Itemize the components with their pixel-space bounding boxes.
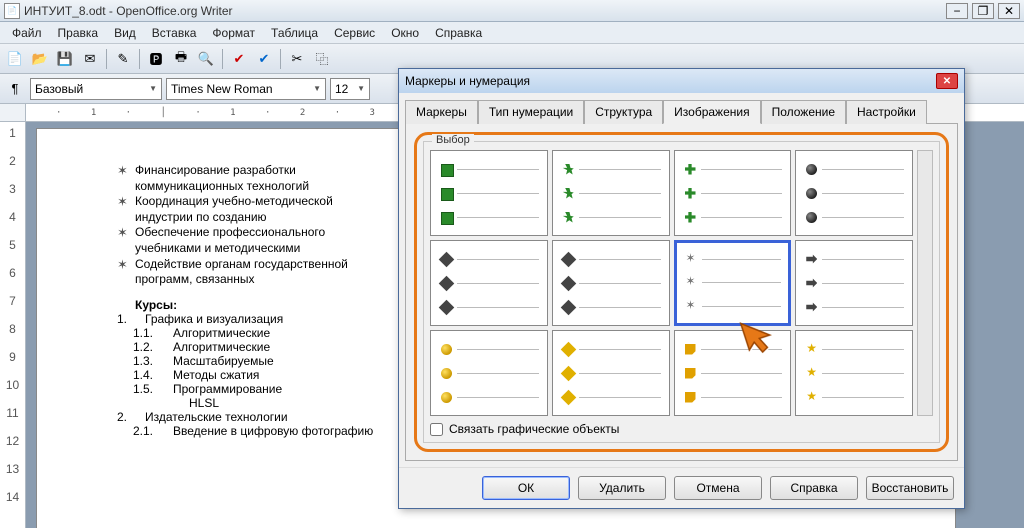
bullet-option-black-ball[interactable] — [795, 150, 913, 236]
link-graphics-label: Связать графические объекты — [449, 422, 619, 436]
tab-outline[interactable]: Структура — [584, 100, 663, 124]
copy-icon[interactable]: ⿻ — [311, 48, 333, 70]
bullet-option-gray-star[interactable] — [674, 240, 792, 326]
bullet-option-yellow-diamond[interactable] — [552, 330, 670, 416]
dialog-buttons: ОК Удалить Отмена Справка Восстановить — [399, 467, 964, 508]
font-size-value: 12 — [335, 82, 348, 96]
new-icon[interactable]: 📄 — [4, 48, 26, 70]
selection-group-label: Выбор — [432, 134, 474, 146]
document-icon: 📄 — [4, 3, 20, 19]
link-graphics-checkbox[interactable] — [430, 423, 443, 436]
window-title: ИНТУИТ_8.odt - OpenOffice.org Writer — [24, 4, 946, 18]
bullet-option-black-diamond[interactable] — [430, 240, 548, 326]
menubar: Файл Правка Вид Вставка Формат Таблица С… — [0, 22, 1024, 44]
styles-icon[interactable]: ¶ — [4, 78, 26, 100]
chevron-down-icon: ▼ — [145, 84, 157, 93]
edit-icon[interactable]: ✎ — [112, 48, 134, 70]
bullet-option-green-plus[interactable] — [674, 150, 792, 236]
preview-icon[interactable]: 🔍 — [195, 48, 217, 70]
bullets-numbering-dialog: Маркеры и нумерация ✕ Маркеры Тип нумера… — [398, 68, 965, 509]
menu-file[interactable]: Файл — [6, 24, 48, 42]
delete-button[interactable]: Удалить — [578, 476, 666, 500]
highlighted-frame: Выбор — [414, 132, 949, 452]
mail-icon[interactable]: ✉ — [79, 48, 101, 70]
bullet-option-yellow-folder[interactable] — [674, 330, 792, 416]
dialog-close-button[interactable]: ✕ — [936, 73, 958, 89]
minimize-button[interactable]: − — [946, 3, 968, 19]
font-size-combo[interactable]: 12 ▼ — [330, 78, 370, 100]
paragraph-style-value: Базовый — [35, 82, 83, 96]
help-button[interactable]: Справка — [770, 476, 858, 500]
vertical-ruler[interactable]: 1234567891011121314 — [0, 122, 26, 528]
tab-bullets[interactable]: Маркеры — [405, 100, 478, 124]
cut-icon[interactable]: ✂ — [286, 48, 308, 70]
menu-help[interactable]: Справка — [429, 24, 488, 42]
pdf-icon[interactable]: 🅿 — [145, 48, 167, 70]
grid-scrollbar[interactable] — [917, 150, 933, 416]
bullet-option-yellow-star[interactable] — [795, 330, 913, 416]
tab-options[interactable]: Настройки — [846, 100, 927, 124]
chevron-down-icon: ▼ — [353, 84, 365, 93]
cancel-button[interactable]: Отмена — [674, 476, 762, 500]
close-button[interactable]: ✕ — [998, 3, 1020, 19]
spellcheck-icon[interactable]: ✔ — [228, 48, 250, 70]
selection-group: Выбор — [423, 141, 940, 443]
dialog-tabs: Маркеры Тип нумерации Структура Изображе… — [399, 93, 964, 123]
bullet-option-yellow-ball[interactable] — [430, 330, 548, 416]
font-name-combo[interactable]: Times New Roman ▼ — [166, 78, 326, 100]
autospell-icon[interactable]: ✔ — [253, 48, 275, 70]
menu-format[interactable]: Формат — [206, 24, 261, 42]
menu-view[interactable]: Вид — [108, 24, 142, 42]
tab-graphics[interactable]: Изображения — [663, 100, 760, 124]
dialog-title: Маркеры и нумерация — [405, 74, 530, 88]
menu-insert[interactable]: Вставка — [146, 24, 203, 42]
dialog-titlebar[interactable]: Маркеры и нумерация ✕ — [399, 69, 964, 93]
tab-position[interactable]: Положение — [761, 100, 846, 124]
bullet-option-black-diamond-2[interactable] — [552, 240, 670, 326]
bullet-option-black-arrow[interactable] — [795, 240, 913, 326]
titlebar: 📄 ИНТУИТ_8.odt - OpenOffice.org Writer −… — [0, 0, 1024, 22]
print-icon[interactable]: 🖶 — [170, 48, 192, 70]
bullet-image-grid — [430, 150, 913, 416]
chevron-down-icon: ▼ — [309, 84, 321, 93]
bullet-option-green-person[interactable] — [552, 150, 670, 236]
save-icon[interactable]: 💾 — [54, 48, 76, 70]
tab-numbering-type[interactable]: Тип нумерации — [478, 100, 584, 124]
ok-button[interactable]: ОК — [482, 476, 570, 500]
open-icon[interactable]: 📂 — [29, 48, 51, 70]
paragraph-style-combo[interactable]: Базовый ▼ — [30, 78, 162, 100]
maximize-button[interactable]: ❐ — [972, 3, 994, 19]
font-name-value: Times New Roman — [171, 82, 273, 96]
menu-tools[interactable]: Сервис — [328, 24, 381, 42]
menu-window[interactable]: Окно — [385, 24, 425, 42]
menu-edit[interactable]: Правка — [52, 24, 105, 42]
bullet-option-green-square[interactable] — [430, 150, 548, 236]
menu-table[interactable]: Таблица — [265, 24, 324, 42]
reset-button[interactable]: Восстановить — [866, 476, 954, 500]
